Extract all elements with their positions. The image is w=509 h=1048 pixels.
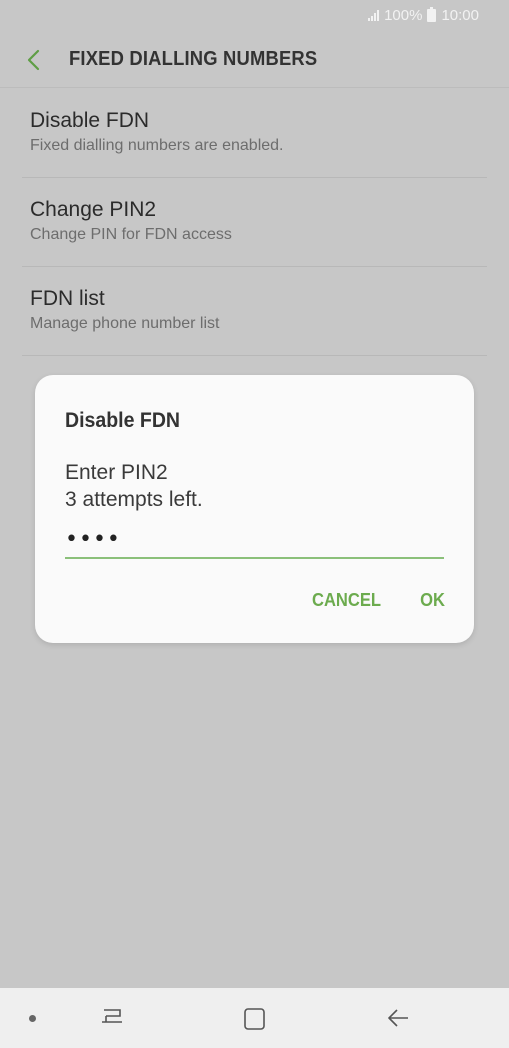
list-item-title: Change PIN2 <box>30 198 157 221</box>
list-item-title: FDN list <box>30 287 105 310</box>
dialog-title: Disable FDN <box>65 409 181 432</box>
dialog-attempts-left: 3 attempts left. <box>65 488 203 511</box>
list-item-fdn-list[interactable]: FDN list Manage phone number list <box>22 267 487 356</box>
navigation-bar <box>0 988 509 1048</box>
list-item-title: Disable FDN <box>30 109 150 132</box>
pin-dialog: Disable FDN Enter PIN2 3 attempts left. … <box>35 375 474 643</box>
back-arrow-icon <box>388 1009 408 1027</box>
list-item-subtitle: Manage phone number list <box>30 315 220 332</box>
list-item-disable-fdn[interactable]: Disable FDN Fixed dialling numbers are e… <box>22 89 487 178</box>
battery-icon <box>427 7 437 22</box>
status-bar: 100% 10:00 <box>0 0 509 32</box>
signal-icon <box>368 10 380 21</box>
recent-apps-button[interactable] <box>100 1006 126 1030</box>
status-time: 10:00 <box>441 7 479 24</box>
chevron-left-icon <box>27 49 40 71</box>
recent-apps-icon <box>102 1009 122 1023</box>
nav-back-button[interactable] <box>384 1006 412 1030</box>
nav-dot-icon <box>29 1015 36 1022</box>
list-item-subtitle: Change PIN for FDN access <box>30 226 232 243</box>
list-item-subtitle: Fixed dialling numbers are enabled. <box>30 137 284 154</box>
settings-list: Disable FDN Fixed dialling numbers are e… <box>22 89 487 356</box>
ok-button[interactable]: OK <box>420 590 445 611</box>
pin2-input[interactable] <box>65 521 444 559</box>
list-item-change-pin2[interactable]: Change PIN2 Change PIN for FDN access <box>22 178 487 267</box>
battery-percent: 100% <box>384 7 423 24</box>
page-title: FIXED DIALLING NUMBERS <box>69 48 318 70</box>
app-header: FIXED DIALLING NUMBERS <box>0 32 509 88</box>
dialog-prompt: Enter PIN2 <box>65 461 168 484</box>
home-square-icon <box>244 1008 265 1030</box>
home-button[interactable] <box>242 1006 268 1032</box>
status-indicators: 100% 10:00 <box>368 7 479 24</box>
cancel-button[interactable]: CANCEL <box>312 590 381 611</box>
back-button[interactable] <box>22 46 48 74</box>
